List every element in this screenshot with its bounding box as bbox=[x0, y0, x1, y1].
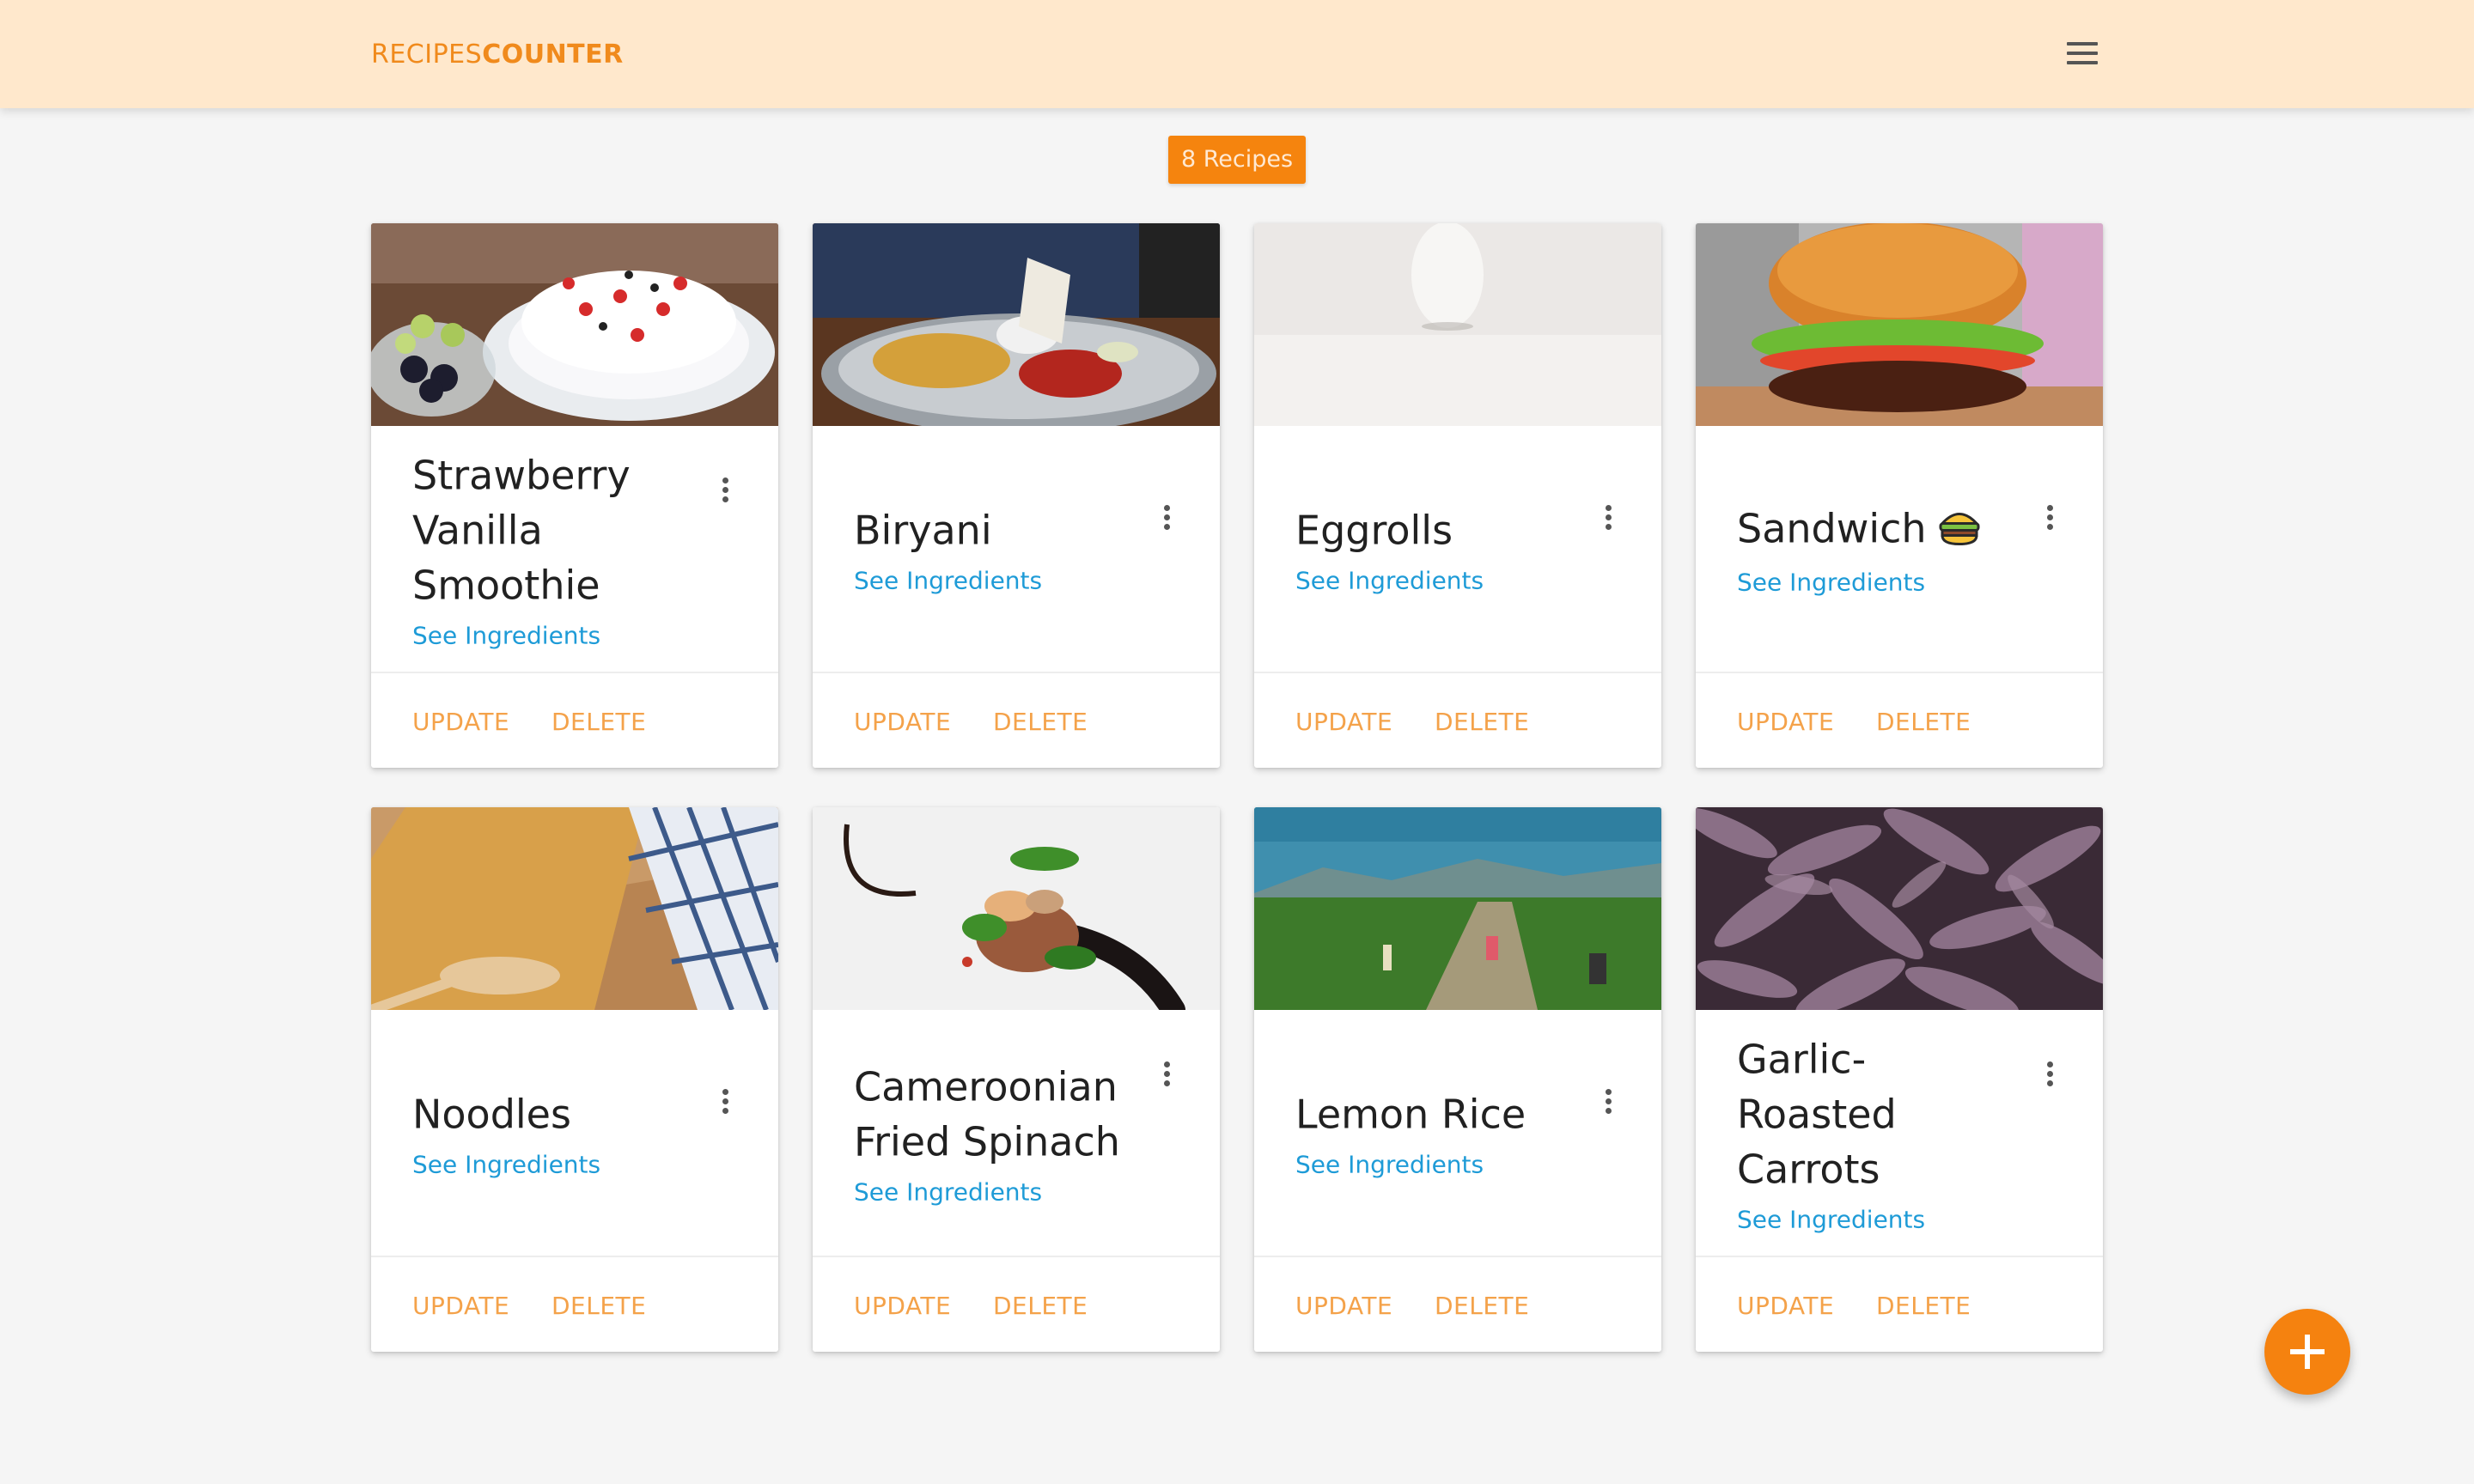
recipe-image bbox=[813, 807, 1220, 1010]
recipe-card-noodles: Noodles See Ingredients UPDATE DELETE bbox=[371, 807, 778, 1352]
see-ingredients-link[interactable]: See Ingredients bbox=[854, 567, 1042, 595]
more-vert-icon[interactable] bbox=[1156, 1058, 1177, 1092]
recipe-image bbox=[371, 807, 778, 1010]
delete-button[interactable]: DELETE bbox=[1435, 1292, 1529, 1320]
recipe-image bbox=[1696, 223, 2103, 426]
recipe-title: Sandwich bbox=[1737, 502, 2008, 560]
brand-text-bold: COUNTER bbox=[482, 40, 624, 70]
see-ingredients-link[interactable]: See Ingredients bbox=[412, 622, 600, 650]
recipe-title: Eggrolls bbox=[1295, 507, 1453, 554]
update-button[interactable]: UPDATE bbox=[412, 708, 509, 736]
app-bar: RECIPESCOUNTER bbox=[0, 0, 2474, 108]
recipe-card-sandwich: Sandwich See Ingredients UPDATE DELETE bbox=[1696, 223, 2103, 768]
more-vert-icon[interactable] bbox=[2039, 1058, 2060, 1092]
delete-button[interactable]: DELETE bbox=[1435, 708, 1529, 736]
hamburger-menu-icon[interactable] bbox=[2062, 36, 2103, 74]
card-body: Noodles See Ingredients bbox=[371, 1010, 778, 1256]
card-actions: UPDATE DELETE bbox=[371, 1256, 778, 1352]
recipe-title: Strawberry Vanilla Smoothie bbox=[412, 452, 631, 609]
recipe-card-strawberry-smoothie: Strawberry Vanilla Smoothie See Ingredie… bbox=[371, 223, 778, 768]
delete-button[interactable]: DELETE bbox=[551, 1292, 646, 1320]
card-body: Cameroonian Fried Spinach See Ingredient… bbox=[813, 1010, 1220, 1256]
card-body: Lemon Rice See Ingredients bbox=[1254, 1010, 1661, 1256]
see-ingredients-link[interactable]: See Ingredients bbox=[1295, 567, 1484, 595]
delete-button[interactable]: DELETE bbox=[1876, 708, 1971, 736]
see-ingredients-link[interactable]: See Ingredients bbox=[1295, 1151, 1484, 1179]
brand-text-light: RECIPES bbox=[371, 40, 483, 70]
recipe-title: Biryani bbox=[854, 507, 992, 554]
update-button[interactable]: UPDATE bbox=[1737, 1292, 1834, 1320]
card-actions: UPDATE DELETE bbox=[1696, 1256, 2103, 1352]
burger-emoji-icon bbox=[1937, 505, 1982, 560]
recipe-card-garlic-roasted-carrots: Garlic-Roasted Carrots See Ingredients U… bbox=[1696, 807, 2103, 1352]
recipe-image bbox=[1254, 223, 1661, 426]
see-ingredients-link[interactable]: See Ingredients bbox=[1737, 569, 1925, 597]
card-actions: UPDATE DELETE bbox=[1254, 672, 1661, 768]
delete-button[interactable]: DELETE bbox=[993, 1292, 1088, 1320]
update-button[interactable]: UPDATE bbox=[854, 1292, 951, 1320]
more-vert-icon[interactable] bbox=[1598, 502, 1618, 536]
see-ingredients-link[interactable]: See Ingredients bbox=[1737, 1206, 1925, 1234]
recipe-card-eggrolls: Eggrolls See Ingredients UPDATE DELETE bbox=[1254, 223, 1661, 768]
card-body: Biryani See Ingredients bbox=[813, 426, 1220, 672]
card-body: Garlic-Roasted Carrots See Ingredients bbox=[1696, 1010, 2103, 1256]
delete-button[interactable]: DELETE bbox=[551, 708, 646, 736]
add-recipe-button[interactable] bbox=[2264, 1309, 2350, 1395]
recipe-title: Cameroonian Fried Spinach bbox=[854, 1063, 1120, 1165]
update-button[interactable]: UPDATE bbox=[854, 708, 951, 736]
card-body: Sandwich See Ingredients bbox=[1696, 426, 2103, 672]
card-actions: UPDATE DELETE bbox=[1696, 672, 2103, 768]
more-vert-icon[interactable] bbox=[1156, 502, 1177, 536]
update-button[interactable]: UPDATE bbox=[1737, 708, 1834, 736]
card-actions: UPDATE DELETE bbox=[371, 672, 778, 768]
card-actions: UPDATE DELETE bbox=[813, 672, 1220, 768]
recipe-title-text: Sandwich bbox=[1737, 505, 1927, 552]
more-vert-icon[interactable] bbox=[715, 1086, 735, 1120]
recipe-image bbox=[371, 223, 778, 426]
more-vert-icon[interactable] bbox=[715, 474, 735, 508]
recipe-count-badge: 8 Recipes bbox=[1168, 136, 1306, 184]
recipe-title: Lemon Rice bbox=[1295, 1091, 1526, 1138]
update-button[interactable]: UPDATE bbox=[1295, 708, 1392, 736]
recipe-card-lemon-rice: Lemon Rice See Ingredients UPDATE DELETE bbox=[1254, 807, 1661, 1352]
recipe-card-biryani: Biryani See Ingredients UPDATE DELETE bbox=[813, 223, 1220, 768]
brand-logo[interactable]: RECIPESCOUNTER bbox=[371, 40, 624, 70]
recipe-card-cameroonian-fried-spinach: Cameroonian Fried Spinach See Ingredient… bbox=[813, 807, 1220, 1352]
more-vert-icon[interactable] bbox=[2039, 502, 2060, 536]
card-actions: UPDATE DELETE bbox=[1254, 1256, 1661, 1352]
recipe-image bbox=[1696, 807, 2103, 1010]
see-ingredients-link[interactable]: See Ingredients bbox=[854, 1178, 1042, 1207]
update-button[interactable]: UPDATE bbox=[1295, 1292, 1392, 1320]
recipe-title: Noodles bbox=[412, 1091, 571, 1138]
recipe-image bbox=[813, 223, 1220, 426]
more-vert-icon[interactable] bbox=[1598, 1086, 1618, 1120]
card-actions: UPDATE DELETE bbox=[813, 1256, 1220, 1352]
delete-button[interactable]: DELETE bbox=[993, 708, 1088, 736]
card-body: Eggrolls See Ingredients bbox=[1254, 426, 1661, 672]
recipe-title: Garlic-Roasted Carrots bbox=[1737, 1036, 1897, 1193]
recipe-image bbox=[1254, 807, 1661, 1010]
update-button[interactable]: UPDATE bbox=[412, 1292, 509, 1320]
see-ingredients-link[interactable]: See Ingredients bbox=[412, 1151, 600, 1179]
delete-button[interactable]: DELETE bbox=[1876, 1292, 1971, 1320]
card-body: Strawberry Vanilla Smoothie See Ingredie… bbox=[371, 426, 778, 672]
